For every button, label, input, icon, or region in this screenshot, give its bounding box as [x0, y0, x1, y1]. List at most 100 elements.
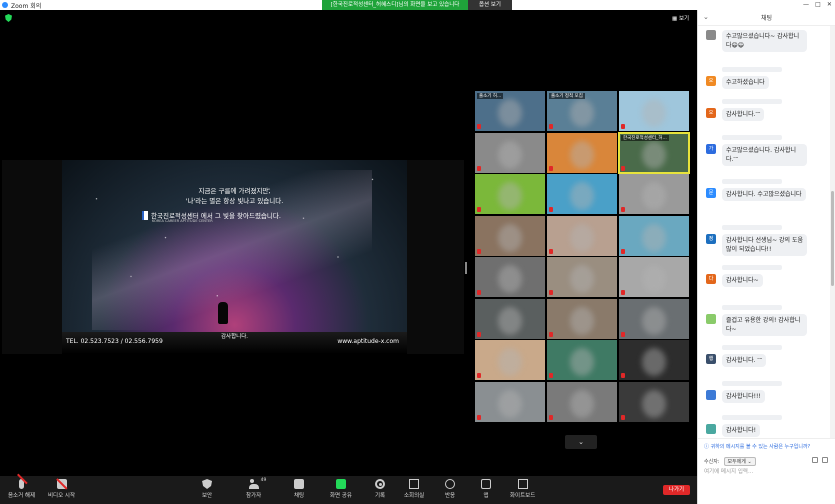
muted-mic-icon — [621, 373, 625, 378]
chat-scrollbar[interactable] — [830, 26, 835, 438]
chat-panel: ⌄ 채팅 수고많으셨습니다~ 감사합니다😄😄 오 수고하셨습니다 오 감사합니다.ᵔᵔ 가… — [697, 10, 835, 504]
muted-mic-icon — [549, 248, 553, 254]
participant-tile[interactable]: 출소기 허... — [475, 91, 545, 131]
more-options-icon[interactable] — [822, 457, 828, 463]
sender-avatar: 다 — [706, 274, 716, 284]
gallery-next-page-button[interactable]: ⌄ — [565, 435, 597, 449]
leave-button[interactable]: 나가기 — [663, 485, 690, 495]
participant-tile[interactable] — [475, 298, 545, 339]
participant-blurred-face — [642, 389, 666, 418]
participant-tile[interactable] — [475, 174, 545, 214]
participant-tile[interactable] — [547, 215, 617, 256]
participant-tile[interactable] — [619, 174, 689, 214]
security-label: 보안 — [202, 493, 213, 499]
reactions-button[interactable]: 반응 — [445, 479, 455, 499]
whiteboard-button[interactable]: 화이트보드 — [510, 479, 535, 499]
muted-mic-icon — [621, 414, 625, 420]
whiteboard-icon — [517, 479, 528, 489]
participant-tile[interactable] — [475, 340, 545, 380]
sender-name-blurred — [722, 415, 782, 420]
sender-name-blurred — [722, 179, 782, 184]
title-bar: Zoom 회의 [한국진로적성센터_허혜스디]님의 화면을 보고 있습니다 옵션… — [0, 0, 835, 10]
participant-tile[interactable] — [547, 257, 617, 297]
participant-tile[interactable] — [619, 340, 689, 380]
participant-tile[interactable] — [547, 340, 617, 380]
view-options-button[interactable]: 옵션 보기 — [468, 0, 512, 10]
chat-title: 채팅 — [760, 15, 773, 22]
chat-visibility-notice[interactable]: ⓘ 귀하의 메시지를 볼 수 있는 사람은 누구입니까? — [704, 443, 810, 450]
participant-tile[interactable] — [475, 215, 545, 256]
participant-tile[interactable] — [547, 298, 617, 339]
sender-avatar — [706, 424, 716, 434]
slide-website: www.aptitude-x.com — [337, 338, 399, 345]
app-title: Zoom 회의 — [0, 1, 41, 10]
sender-avatar: 오 — [706, 76, 716, 86]
muted-mic-icon — [477, 248, 481, 254]
participant-tile[interactable]: 한국진로적성센터_허... — [618, 131, 690, 174]
screen-share-banner: [한국진로적성센터_허혜스디]님의 화면을 보고 있습니다 — [322, 0, 468, 10]
chat-message-text: 감사합니다 선생님~ 강의 도움 많이 되었습니다!! — [722, 234, 807, 256]
participant-tile[interactable] — [619, 298, 689, 339]
sender-avatar: 오 — [706, 108, 716, 118]
participant-tile[interactable] — [619, 381, 689, 422]
chat-bubble-icon — [294, 479, 305, 489]
participant-name: 한국진로적성센터_허... — [621, 134, 669, 141]
record-label: 기록 — [375, 493, 386, 499]
sender-name-blurred — [722, 67, 782, 72]
encryption-shield-icon[interactable] — [5, 14, 12, 22]
audio-options-caret-icon[interactable]: ⌃ — [21, 481, 25, 487]
participant-blurred-face — [498, 99, 522, 127]
participant-blurred-face — [498, 223, 522, 252]
breakout-rooms-button[interactable]: 소회의실 — [404, 479, 424, 499]
view-button[interactable]: ▦ 보기 — [672, 14, 689, 22]
participant-tile[interactable]: 출소기 정적 모집 — [547, 91, 617, 131]
shared-screen: 지금은 구름에 가려졌지만, '나'라는 별은 항상 빛나고 있습니다. 한국진… — [2, 160, 464, 354]
share-screen-button[interactable]: 화면 공유 — [330, 479, 352, 499]
recipient-row: 수신자: 모두에게 ⌄ — [704, 457, 756, 466]
split-view-handle[interactable] — [465, 262, 467, 274]
participant-tile[interactable] — [619, 257, 689, 297]
center-logo-subtitle: KOREA CAREER APTITUDE CENTER — [152, 219, 213, 223]
muted-mic-icon — [549, 331, 553, 337]
person-silhouette — [218, 302, 228, 324]
participant-blurred-face — [570, 265, 594, 293]
participant-name: 출소기 정적 모집 — [549, 93, 585, 99]
participant-tile[interactable] — [475, 381, 545, 422]
muted-mic-icon — [621, 124, 625, 129]
participant-tile[interactable] — [619, 91, 689, 131]
chat-message-input[interactable]: 여기에 메시지 입력... — [704, 467, 753, 475]
meeting-area: ▦ 보기 지금은 구름에 가려졌지만, '나'라는 별은 항상 빛나고 있습니다… — [0, 10, 697, 476]
video-options-caret-icon[interactable]: ⌃ — [61, 481, 65, 487]
participant-blurred-face — [642, 306, 666, 335]
minimize-button[interactable]: — — [803, 0, 809, 10]
participant-tile[interactable] — [547, 381, 617, 422]
chat-message-text: 감사합니다.ᵔᵔ — [722, 108, 765, 121]
maximize-button[interactable]: □ — [815, 0, 821, 10]
participant-tile[interactable] — [547, 132, 617, 173]
participant-blurred-face — [642, 265, 666, 293]
sender-avatar — [706, 390, 716, 400]
unmute-button[interactable]: ⌃ 음소거 해제 — [8, 479, 35, 499]
apps-button[interactable]: 앱 — [481, 479, 491, 499]
participants-label: 참가자 — [246, 493, 262, 499]
chat-button[interactable]: 채팅 — [294, 479, 304, 499]
window-controls: — □ ✕ — [800, 0, 835, 10]
participant-tile[interactable] — [547, 174, 617, 214]
participant-tile[interactable] — [619, 215, 689, 256]
file-attach-icon[interactable] — [812, 457, 818, 463]
security-button[interactable]: 보안 — [202, 479, 212, 499]
participant-tile[interactable] — [475, 132, 545, 173]
collapse-chevron-icon[interactable]: ⌄ — [703, 13, 709, 21]
sender-name-blurred — [722, 225, 782, 230]
participants-button[interactable]: 49 참가자 — [246, 478, 266, 499]
recipient-select[interactable]: 모두에게 ⌄ — [723, 457, 756, 466]
close-button[interactable]: ✕ — [827, 0, 832, 10]
chat-scrollbar-thumb[interactable] — [831, 191, 834, 286]
start-video-button[interactable]: ⌃ 비디오 시작 — [48, 479, 75, 499]
participant-blurred-face — [570, 389, 594, 418]
record-button[interactable]: 기록 — [375, 479, 385, 499]
participant-tile[interactable] — [475, 257, 545, 297]
reactions-label: 반응 — [445, 493, 456, 499]
sender-avatar: 문 — [706, 188, 716, 198]
muted-mic-icon — [621, 207, 625, 212]
